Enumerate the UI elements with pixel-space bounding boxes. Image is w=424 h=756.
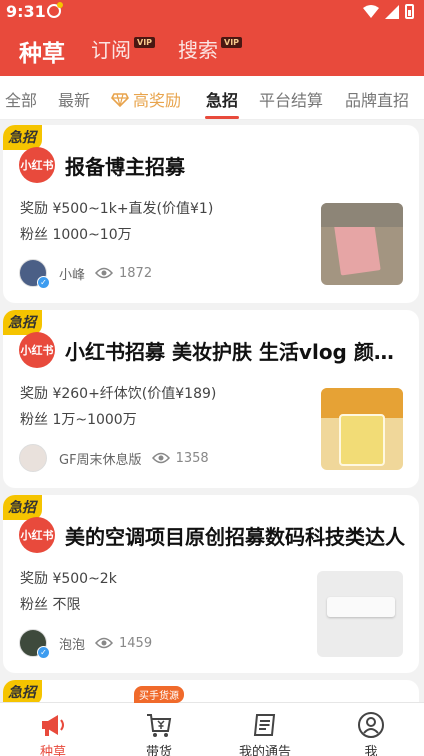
cart-icon [147, 714, 172, 737]
category-active-indicator [205, 116, 239, 119]
battery-icon [405, 4, 414, 19]
card-reward: 奖励 ¥500~2k [20, 571, 117, 587]
view-count: 1358 [175, 450, 209, 466]
nav-label: 种草 [39, 745, 66, 756]
category-platform-settlement[interactable]: 平台结算 [259, 87, 323, 111]
category-all[interactable]: 全部 [5, 87, 37, 111]
brand-logo: 小红书 [19, 517, 55, 553]
vip-badge: VIP [221, 37, 243, 48]
verified-icon: ✓ [37, 646, 50, 659]
avatar: ✓ [19, 629, 50, 659]
nav-label: 带货 [145, 745, 172, 756]
campaign-card[interactable]: 急招 [3, 680, 419, 702]
card-author[interactable]: ✓ 泡泡 1459 [19, 628, 153, 659]
promo-badge: 买手货源 [134, 686, 184, 703]
brand-logo: 小红书 [19, 332, 55, 368]
nav-sales[interactable]: 带货 [106, 703, 212, 756]
category-bar: 全部 最新 高奖励 急招 平台结算 品牌直招 [0, 76, 424, 120]
eye-icon [151, 452, 170, 464]
author-name: GF周末休息版 [59, 452, 142, 468]
author-name: 泡泡 [59, 637, 86, 653]
campaign-card[interactable]: 急招 小红书 美的空调项目原创招募数码科技类达人 奖励 ¥500~2k 粉丝 不… [3, 495, 419, 673]
nav-label: 我的通告 [238, 745, 291, 756]
card-list: 急招 小红书 报备博主招募 奖励 ¥500~1k+直发(价值¥1) 粉丝 100… [0, 120, 424, 702]
vip-badge: VIP [134, 37, 156, 48]
gem-icon [111, 93, 129, 107]
campaign-card[interactable]: 急招 小红书 小红书招募 美妆护肤 生活vlog 颜值达人 奖励 ¥260+纤体… [3, 310, 419, 488]
status-time: 9:31 [6, 2, 46, 21]
card-thumbnail[interactable] [317, 571, 403, 657]
urgent-tag: 急招 [3, 680, 42, 702]
card-title: 报备博主招募 [65, 155, 185, 179]
view-count: 1459 [119, 635, 153, 651]
nav-me[interactable]: 我 [318, 703, 424, 756]
tab-subscribe[interactable]: 订阅 [91, 34, 131, 63]
card-author[interactable]: ✓ 小峰 1872 [19, 258, 153, 289]
view-count: 1872 [119, 265, 153, 281]
wifi-icon [363, 4, 379, 18]
nav-my-notices[interactable]: 我的通告 [212, 703, 318, 756]
tab-search[interactable]: 搜索 [178, 34, 218, 63]
category-high-reward[interactable]: 高奖励 [111, 87, 181, 111]
category-urgent[interactable]: 急招 [206, 87, 238, 111]
card-fans: 粉丝 不限 [20, 597, 81, 613]
avatar [19, 444, 47, 472]
bottom-nav: 种草 带货 我的通告 我 [0, 702, 424, 756]
profile-icon [358, 712, 384, 738]
category-high-reward-label: 高奖励 [133, 91, 182, 110]
category-brand-direct[interactable]: 品牌直招 [345, 87, 409, 111]
card-author[interactable]: GF周末休息版 1358 [19, 443, 209, 473]
status-icons [363, 4, 414, 19]
card-reward: 奖励 ¥500~1k+直发(价值¥1) [20, 201, 214, 217]
author-name: 小峰 [59, 267, 86, 283]
eye-icon [95, 637, 114, 649]
card-reward: 奖励 ¥260+纤体饮(价值¥189) [20, 386, 217, 402]
alarm-icon [47, 2, 63, 18]
card-thumbnail[interactable] [321, 203, 403, 285]
campaign-card[interactable]: 急招 小红书 报备博主招募 奖励 ¥500~1k+直发(价值¥1) 粉丝 100… [3, 125, 419, 303]
top-nav: 种草 订阅 VIP 搜索 VIP [0, 24, 424, 76]
megaphone-icon [42, 715, 64, 736]
card-thumbnail[interactable] [321, 388, 403, 470]
nav-label: 我 [364, 745, 378, 756]
signal-icon [385, 4, 399, 19]
card-fans: 粉丝 1000~10万 [20, 227, 132, 243]
category-latest[interactable]: 最新 [58, 87, 90, 111]
card-title: 小红书招募 美妆护肤 生活vlog 颜值达人 [65, 340, 411, 364]
card-title: 美的空调项目原创招募数码科技类达人 [65, 525, 405, 549]
tab-seeding[interactable]: 种草 [19, 34, 65, 68]
card-fans: 粉丝 1万~1000万 [20, 412, 137, 428]
verified-icon: ✓ [37, 276, 50, 289]
eye-icon [95, 267, 114, 279]
status-bar: 9:31 [0, 0, 424, 24]
avatar: ✓ [19, 259, 50, 289]
brand-logo: 小红书 [19, 147, 55, 183]
nav-seeding[interactable]: 种草 [0, 703, 106, 756]
notice-icon [253, 714, 276, 736]
